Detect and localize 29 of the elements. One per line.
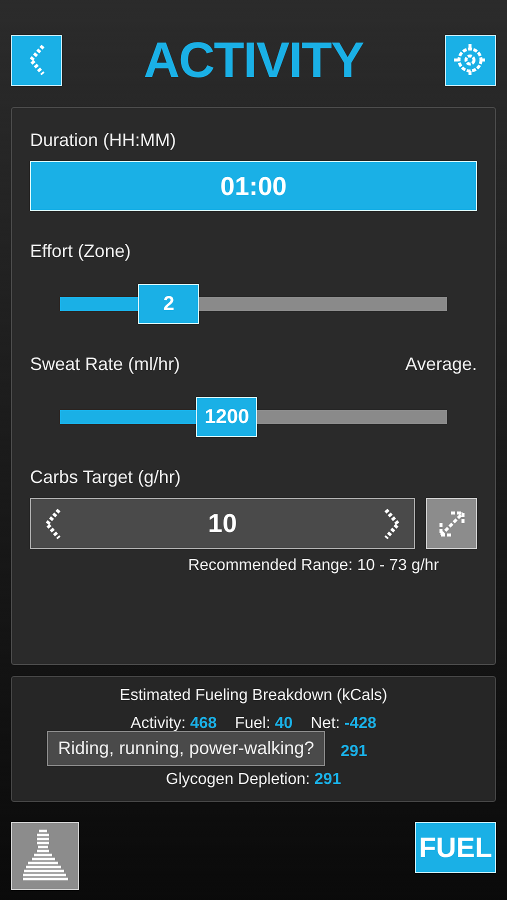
field-label: Effort (Zone) [30, 241, 131, 262]
carbs-value: 10 [208, 508, 237, 539]
duration-field[interactable]: 01:00 [30, 161, 477, 211]
decrease-button[interactable] [43, 506, 63, 540]
chevron-right-icon [382, 506, 402, 540]
fuel-button[interactable]: FUEL [415, 822, 496, 873]
slider-thumb[interactable]: 2 [138, 284, 200, 324]
carbs-stepper[interactable]: 10 [30, 498, 415, 549]
chevron-left-icon [43, 506, 63, 540]
breakdown-stat: Fuel: 40 [234, 714, 293, 733]
field-label: Sweat Rate (ml/hr) [30, 354, 180, 375]
back-button[interactable] [11, 34, 62, 86]
breakdown-title: Estimated Fueling Breakdown (kCals) [120, 686, 388, 705]
increase-button[interactable] [382, 506, 402, 540]
field-label: Carbs Target (g/hr) [30, 467, 182, 488]
expand-button[interactable] [426, 498, 477, 549]
rate-hint: Average. [405, 354, 477, 375]
tooltip: Riding, running, power-walking? [47, 731, 326, 766]
settings-icon [453, 43, 488, 77]
settings-button[interactable] [444, 34, 496, 86]
screen-title: ACTIVITY [144, 31, 364, 89]
profile-button[interactable] [11, 822, 79, 890]
breakdown-stat: Net: -428 [310, 714, 376, 733]
field-label: Duration (HH:MM) [30, 130, 178, 151]
slider-thumb[interactable]: 1200 [196, 397, 258, 437]
breakdown-stat: 291 [340, 742, 368, 761]
recommended-range: Recommended Range: 10 - 73 g/hr [187, 557, 440, 575]
breakdown-stat: Glycogen Depletion: 291 [166, 770, 342, 789]
breakdown-stat: Activity: 468 [130, 714, 217, 733]
